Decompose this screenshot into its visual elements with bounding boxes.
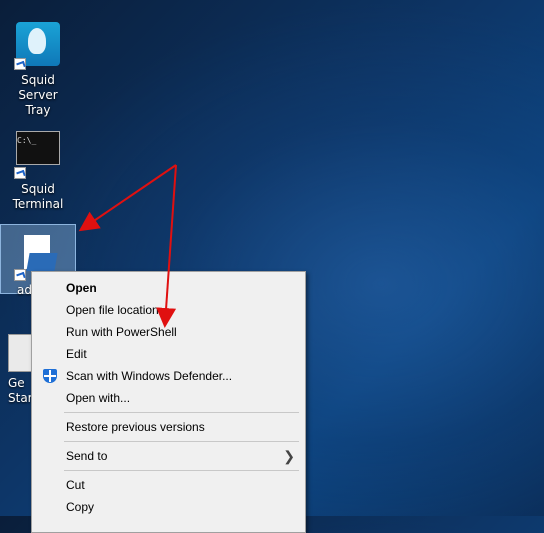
annotation-arrow-to-run-with-powershell xyxy=(156,164,177,328)
annotation-arrow-to-icon xyxy=(78,164,177,232)
annotation-arrows xyxy=(78,164,177,328)
